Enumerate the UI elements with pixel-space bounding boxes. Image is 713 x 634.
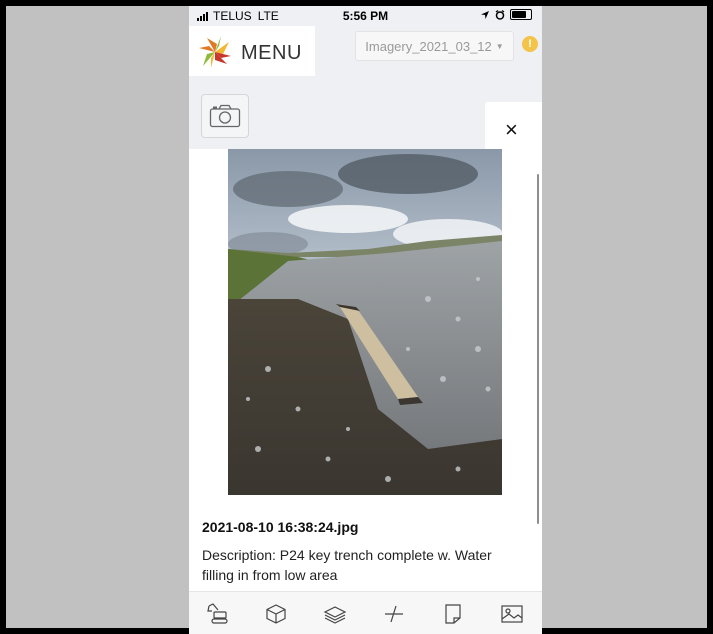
- photo-filename: 2021-08-10 16:38:24.jpg: [202, 519, 359, 535]
- location-icon: [481, 10, 489, 19]
- logo-icon: [199, 36, 231, 68]
- photo-description: Description: P24 key trench complete w. …: [202, 547, 492, 583]
- image-icon[interactable]: [500, 602, 524, 626]
- document-icon[interactable]: [441, 602, 465, 626]
- imagery-dropdown[interactable]: Imagery_2021_03_12 ▼: [355, 31, 514, 61]
- layers-icon[interactable]: [323, 602, 347, 626]
- menu-button[interactable]: MENU: [189, 26, 315, 76]
- status-bar: TELUS LTE 5:56 PM: [189, 6, 542, 26]
- bottom-toolbar: [189, 591, 542, 634]
- site-photo[interactable]: [228, 149, 502, 495]
- caret-down-icon: ▼: [495, 41, 504, 51]
- close-button[interactable]: ×: [505, 119, 518, 141]
- excavator-icon[interactable]: [206, 602, 230, 626]
- phone-screen: TELUS LTE 5:56 PM MENU Imagery_2021_03_1…: [189, 6, 542, 634]
- menu-label: MENU: [241, 42, 302, 64]
- alarm-icon: [495, 9, 505, 20]
- camera-icon: [209, 104, 241, 128]
- cube-icon[interactable]: [264, 602, 288, 626]
- imagery-selected-value: Imagery_2021_03_12: [365, 38, 492, 54]
- scrollbar[interactable]: [537, 174, 539, 524]
- photo-panel: 2021-08-10 16:38:24.jpg Description: P24…: [189, 149, 542, 591]
- alert-icon[interactable]: !: [522, 36, 538, 52]
- measure-icon[interactable]: [382, 602, 406, 626]
- battery-icon: [510, 9, 532, 20]
- camera-button[interactable]: [201, 94, 249, 138]
